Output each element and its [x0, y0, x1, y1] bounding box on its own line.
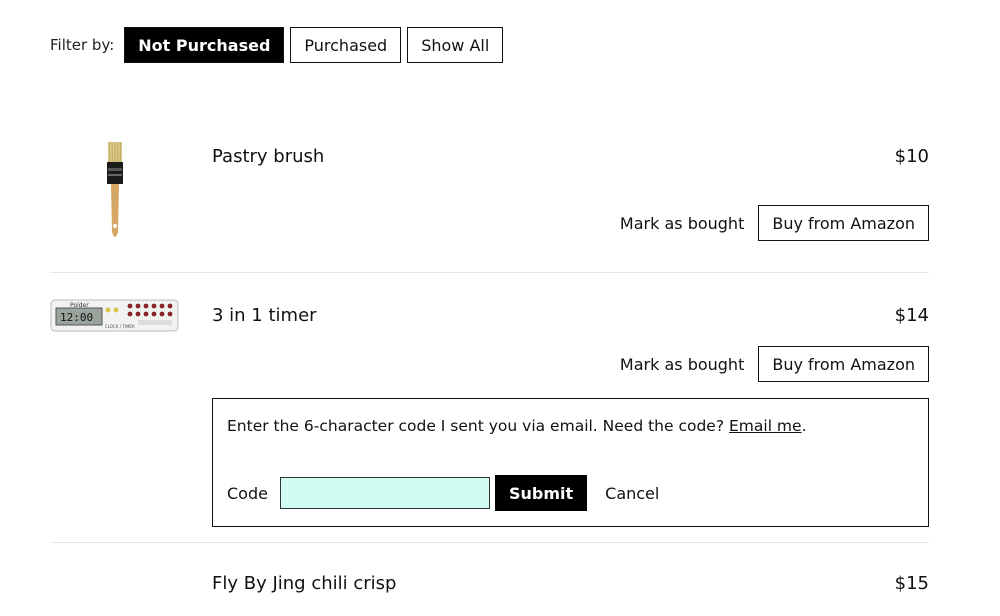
period-text: .: [801, 417, 807, 435]
code-instructions: Enter the 6-character code I sent you vi…: [227, 417, 807, 435]
pastry-brush-image: [107, 141, 123, 237]
item-actions: Mark as bought Buy from Amazon: [620, 205, 929, 241]
item-actions: Mark as bought Buy from Amazon: [620, 346, 929, 382]
filter-show-all-button[interactable]: Show All: [407, 27, 504, 63]
timer-display-text: 12:00: [60, 311, 93, 324]
code-row: Code Submit Cancel: [227, 475, 659, 511]
item-price: $14: [894, 305, 929, 326]
filter-bar: Filter by: Not Purchased Purchased Show …: [50, 27, 509, 63]
list-item: Polder 12:00 CLOCK / TIMER 3 in 1 timer …: [50, 298, 929, 530]
item-price: $15: [894, 573, 929, 594]
code-entry-form: Enter the 6-character code I sent you vi…: [212, 398, 929, 527]
item-name: Fly By Jing chili crisp: [212, 573, 397, 594]
mark-as-bought-link[interactable]: Mark as bought: [620, 355, 744, 374]
buy-from-amazon-button[interactable]: Buy from Amazon: [758, 346, 929, 382]
buy-from-amazon-button[interactable]: Buy from Amazon: [758, 205, 929, 241]
divider: [50, 542, 929, 543]
timer-image: Polder 12:00 CLOCK / TIMER: [50, 299, 179, 332]
item-price: $10: [894, 146, 929, 167]
submit-button[interactable]: Submit: [494, 475, 588, 511]
item-name: Pastry brush: [212, 146, 325, 167]
divider: [50, 272, 929, 273]
filter-not-purchased-button[interactable]: Not Purchased: [124, 27, 285, 63]
code-label: Code: [227, 483, 268, 503]
email-me-link[interactable]: Email me: [729, 417, 802, 435]
code-input[interactable]: [279, 477, 490, 509]
mark-as-bought-link[interactable]: Mark as bought: [620, 214, 744, 233]
list-item: Pastry brush $10 Mark as bought Buy from…: [50, 140, 929, 250]
filter-label: Filter by:: [50, 36, 115, 54]
filter-purchased-button[interactable]: Purchased: [290, 27, 402, 63]
cancel-link[interactable]: Cancel: [605, 484, 659, 503]
timer-caption-text: CLOCK / TIMER: [105, 324, 135, 329]
item-name: 3 in 1 timer: [212, 305, 317, 326]
list-item: Fly By Jing chili crisp $15: [50, 566, 929, 616]
code-message-text: Enter the 6-character code I sent you vi…: [227, 417, 725, 435]
